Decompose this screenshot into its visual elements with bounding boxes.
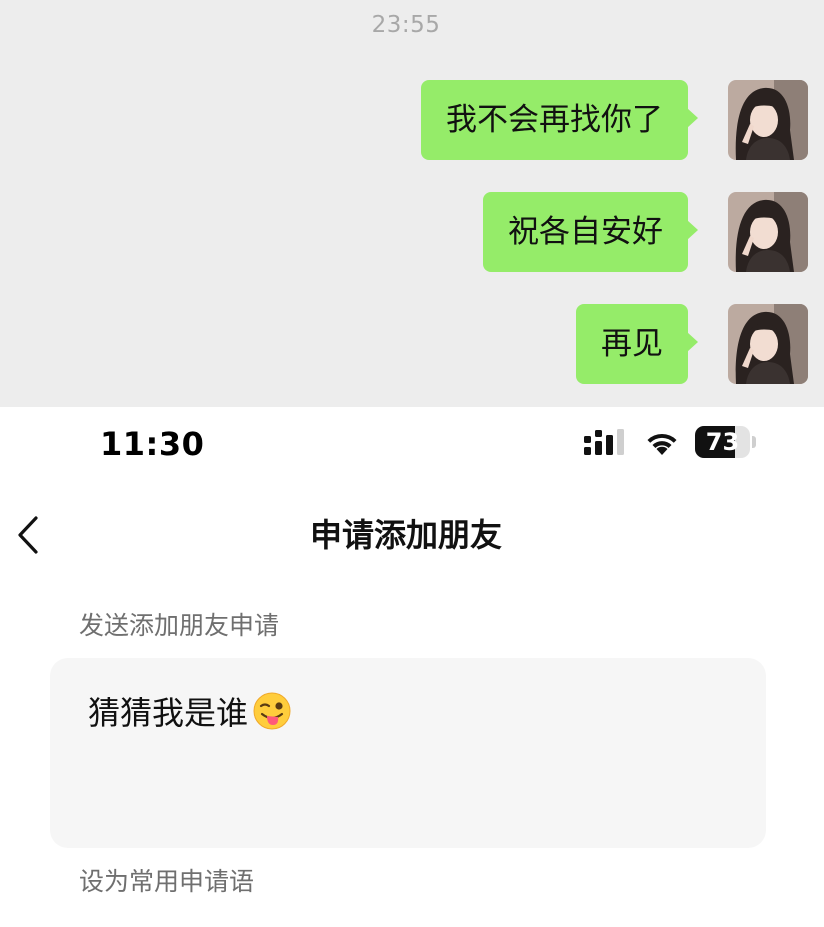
chat-bubble-sent[interactable]: 祝各自安好: [483, 192, 698, 272]
avatar[interactable]: [728, 192, 808, 272]
status-bar: 11:30 73: [0, 407, 824, 477]
request-message-text: 猜猜我是谁: [88, 694, 249, 732]
chat-message-row: 再见: [8, 304, 808, 384]
signal-icon: [584, 429, 624, 455]
set-common-phrase-link[interactable]: 设为常用申请语: [79, 862, 254, 898]
section-label: 发送添加朋友申请: [79, 611, 280, 640]
page-title: 申请添加朋友: [309, 516, 502, 554]
avatar[interactable]: [728, 304, 808, 384]
status-time: 11:30: [100, 425, 205, 463]
chat-message-row: 我不会再找你了: [8, 80, 808, 160]
wifi-icon: [647, 433, 677, 455]
battery-icon: 73: [695, 426, 759, 458]
nav-bar: 申请添加朋友: [0, 490, 824, 580]
chat-message-row: 祝各自安好: [8, 192, 808, 272]
chat-bubble-sent[interactable]: 再见: [576, 304, 698, 384]
chat-screenshot: 23:55 我不会再找你了 祝各自安好 再见: [0, 0, 824, 407]
request-message-input[interactable]: 猜猜我是谁: [50, 658, 766, 848]
chat-bubble-sent[interactable]: 我不会再找你了: [421, 80, 698, 160]
winking-face-with-tongue-icon: [253, 692, 291, 730]
avatar[interactable]: [728, 80, 808, 160]
chat-timestamp: 23:55: [371, 12, 441, 38]
battery-percent: 73: [705, 428, 740, 456]
request-message-value[interactable]: 猜猜我是谁: [88, 688, 292, 734]
